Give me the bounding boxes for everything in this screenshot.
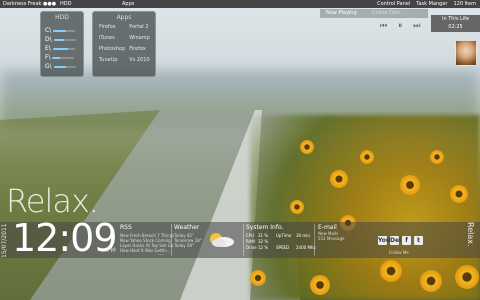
hdd-menu[interactable]: HDD	[60, 0, 71, 8]
partly-cloudy-icon	[210, 233, 234, 247]
apps-panel: Apps Firefox Portal 2 iTunes Winamp Phot…	[92, 11, 156, 77]
drive-usage-bar	[52, 56, 75, 59]
weather-title: Weather	[174, 224, 200, 231]
wallpaper-flower-field	[250, 115, 480, 300]
drive-usage-bar	[53, 38, 76, 41]
top-taskbar: Darkness Freak ●●● HDD Apps Control Pane…	[0, 0, 480, 8]
delicious-icon[interactable]: Del	[390, 236, 401, 245]
drive-label: D\	[45, 36, 52, 43]
drive-usage-bar	[53, 65, 76, 68]
song-info: In This Life 02:25	[431, 15, 480, 32]
weather-row: Today 28°	[174, 243, 202, 248]
date-label: 15/07/2011	[1, 223, 8, 258]
relax-vertical-label: Relax.	[466, 222, 475, 247]
song-time: 02:25	[448, 24, 463, 30]
flower	[430, 150, 444, 164]
clock-ampm: PM	[107, 247, 116, 254]
drive-row[interactable]: G\	[45, 63, 76, 70]
flower	[250, 270, 266, 286]
flower	[450, 185, 468, 203]
drive-usage-fill	[53, 38, 64, 41]
divider	[171, 224, 172, 256]
sys-key: SPEED	[276, 245, 290, 250]
flower	[360, 150, 374, 164]
app-launcher[interactable]: iTunes	[99, 35, 125, 41]
now-playing-title: Now Playing	[326, 10, 357, 16]
drive-row[interactable]: D\	[45, 36, 76, 43]
apps-list: Firefox Portal 2 iTunes Winamp Photoshop…	[99, 24, 151, 63]
drive-label: E\	[45, 45, 51, 52]
flower	[310, 275, 330, 295]
drive-row[interactable]: F\	[45, 54, 75, 61]
sys-key: Drive	[246, 245, 257, 250]
email-title: E-mail	[318, 224, 337, 231]
hdd-panel-title: HDD	[55, 14, 69, 21]
drive-row[interactable]: E\	[45, 45, 75, 52]
app-launcher[interactable]: Firefox	[99, 24, 125, 30]
drive-label: C\	[45, 27, 52, 34]
weather-widget: Weather Today 42° Tomorrow 28° Today 28°	[174, 224, 234, 248]
flower	[300, 140, 314, 154]
app-launcher[interactable]: Photoshop	[99, 46, 125, 52]
drive-label: G\	[45, 63, 52, 70]
pause-icon[interactable]: ⏸	[398, 21, 402, 31]
facebook-icon[interactable]: f	[402, 236, 411, 245]
email-widget: E-mail New Mails 552 Message	[318, 224, 344, 241]
youtube-icon[interactable]: You	[378, 236, 390, 245]
weather-temp: 28°	[186, 243, 194, 248]
app-launcher[interactable]: Vs 2010	[129, 57, 151, 63]
system-info-widget: System Info. CPU 31 % UpTime 30 min RAM …	[246, 224, 318, 251]
item-count[interactable]: 120 Item	[453, 0, 476, 8]
song-title: In This Life	[441, 16, 470, 22]
flower	[400, 175, 420, 195]
drive-usage-fill	[53, 65, 66, 68]
social-icons: You Del f t	[378, 236, 423, 245]
media-controls: ⏮ ⏸ ⏭	[380, 21, 420, 31]
next-icon[interactable]: ⏭	[413, 21, 420, 31]
control-panel-link[interactable]: Control Panel	[377, 0, 410, 8]
app-launcher[interactable]: Firefox	[129, 46, 151, 52]
follow-me-label: Follow Me	[389, 250, 409, 255]
flower	[380, 260, 402, 282]
twitter-icon[interactable]: t	[414, 236, 423, 245]
drive-label: F\	[45, 54, 51, 61]
email-count: 552 Message	[318, 236, 345, 241]
app-launcher[interactable]: Winamp	[129, 35, 151, 41]
drive-usage-bar	[53, 29, 76, 32]
apps-menu[interactable]: Apps	[122, 0, 134, 8]
now-playing-bar: Now Playing Celine Dion	[320, 9, 428, 18]
drive-usage-fill	[53, 29, 67, 32]
relax-text: Relax.	[6, 182, 99, 220]
rss-item[interactable]: How Hard It Was Gettin...	[120, 248, 174, 253]
divider	[314, 224, 315, 256]
clock-time: 12:09	[12, 216, 118, 260]
drive-row[interactable]: C\	[45, 27, 76, 34]
apps-panel-title: Apps	[116, 14, 132, 21]
user-menu[interactable]: Darkness Freak ●●●	[3, 0, 56, 8]
rss-title: RSS	[120, 224, 132, 231]
hdd-panel: HDD C\ D\ E\ F\ G\	[40, 11, 84, 77]
previous-icon[interactable]: ⏮	[380, 21, 387, 31]
weather-day: Today	[174, 243, 186, 248]
app-launcher[interactable]: Portal 2	[129, 24, 151, 30]
drive-usage-fill	[52, 47, 69, 50]
drive-usage-bar	[52, 47, 75, 50]
weather-temp: 28°	[194, 238, 202, 243]
rss-more[interactable]: ...	[158, 250, 164, 257]
divider	[243, 224, 244, 256]
now-playing-artist: Celine Dion	[372, 10, 401, 16]
flower	[330, 170, 348, 188]
rss-widget: RSS New Fresh Breach 7 Things Now Yahoo …	[120, 224, 174, 253]
album-art-avatar[interactable]	[455, 40, 477, 66]
flower	[420, 270, 442, 292]
flower	[290, 200, 304, 214]
system-info-title: System Info.	[246, 224, 284, 231]
app-launcher[interactable]: TuneUp	[99, 57, 125, 63]
task-manager-link[interactable]: Task Manger	[416, 0, 447, 8]
sys-value: 12 %	[258, 245, 269, 250]
flower	[455, 265, 479, 289]
drive-usage-fill	[52, 56, 61, 59]
